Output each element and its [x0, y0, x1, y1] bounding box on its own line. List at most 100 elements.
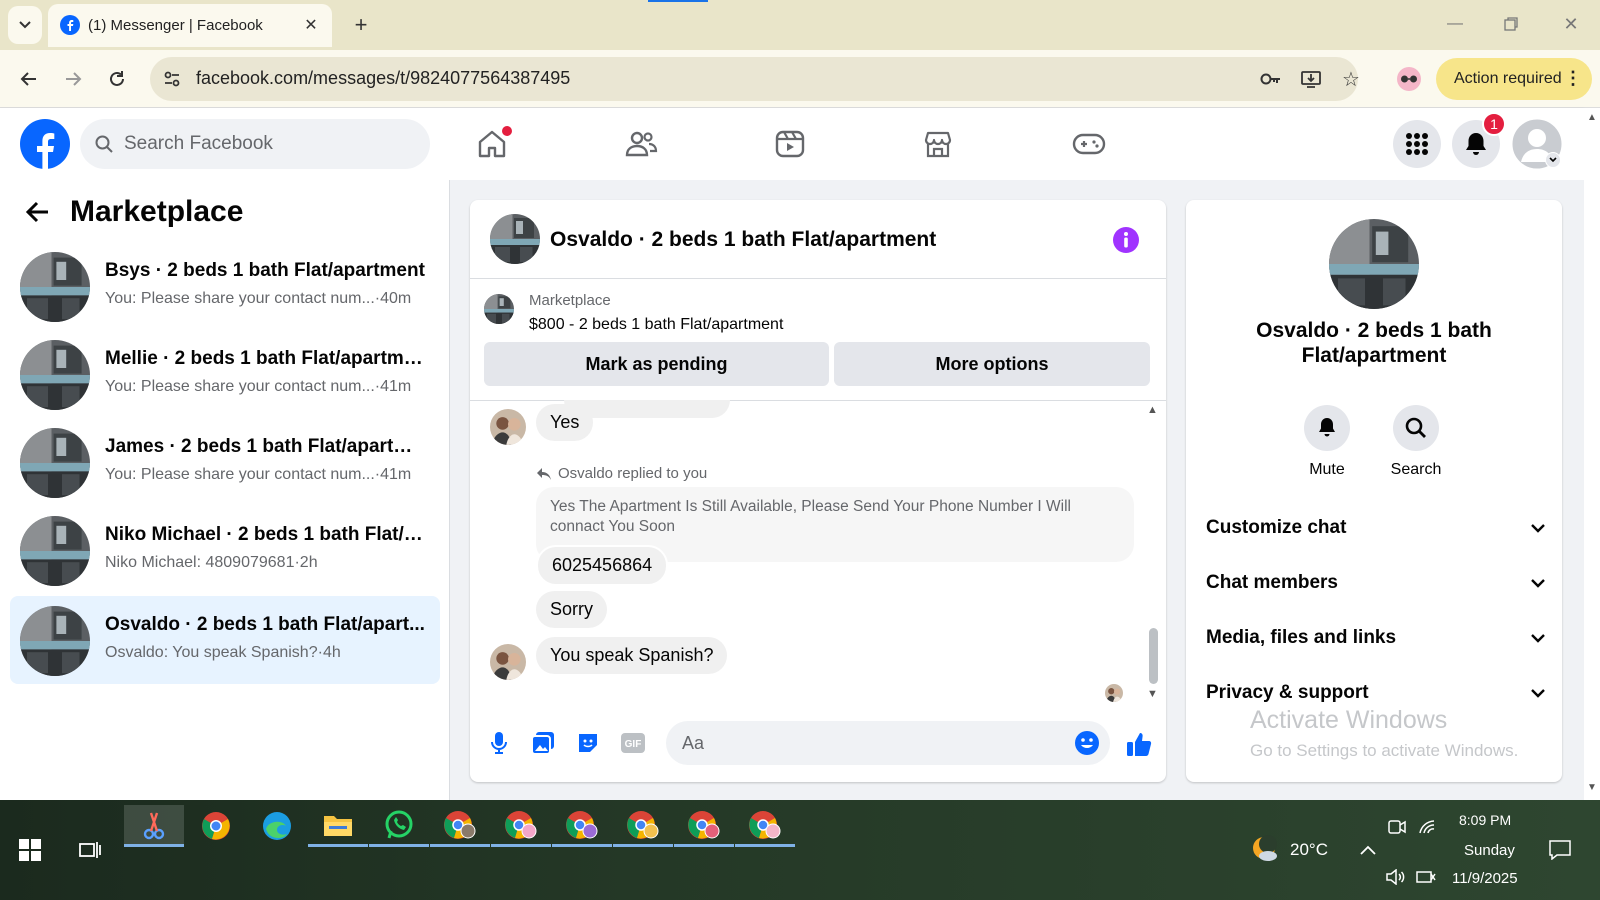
chat-scroll-up-icon[interactable]: ▲: [1147, 404, 1158, 416]
task-view-button[interactable]: [70, 830, 110, 870]
profile-name[interactable]: Osvaldo · 2 beds 1 bath Flat/apartment: [1216, 318, 1532, 368]
new-tab-icon[interactable]: +: [348, 12, 374, 38]
meet-now-icon[interactable]: [1386, 816, 1408, 838]
taskbar-app-edge[interactable]: [247, 805, 307, 847]
more-vert-icon: ⋮: [1564, 68, 1582, 88]
nav-gaming[interactable]: [1059, 120, 1119, 168]
emoji-button[interactable]: [1074, 730, 1100, 756]
tab-search-button[interactable]: [8, 6, 42, 44]
close-window-icon[interactable]: ✕: [1556, 12, 1586, 36]
message-bubble[interactable]: 6025456864: [536, 545, 669, 586]
start-button[interactable]: [10, 830, 50, 870]
search-in-conversation-button[interactable]: Search: [1384, 405, 1448, 479]
nav-marketplace[interactable]: [908, 120, 968, 168]
restore-icon[interactable]: [1496, 12, 1526, 36]
reload-icon[interactable]: [102, 64, 132, 94]
back-to-messages-button[interactable]: [24, 198, 54, 228]
sender-avatar[interactable]: [490, 644, 526, 680]
taskbar-app-chrome-profile-5[interactable]: [674, 805, 734, 847]
clock-time[interactable]: 8:09 PM: [1459, 812, 1511, 828]
show-hidden-icons-icon[interactable]: [1356, 838, 1380, 862]
conversation-item[interactable]: Bsys · 2 beds 1 bath Flat/apartment You: …: [10, 242, 440, 330]
conversation-item[interactable]: Niko Michael · 2 beds 1 bath Flat/a... Ni…: [10, 506, 440, 594]
message-bubble[interactable]: Sorry: [536, 591, 608, 628]
taskbar-app-chrome[interactable]: [186, 805, 246, 847]
account-button[interactable]: [1511, 118, 1563, 170]
profile-photo[interactable]: [1329, 219, 1419, 309]
profile-glasses-icon[interactable]: [1394, 64, 1424, 94]
chrome-icon: [202, 812, 230, 840]
chat-title[interactable]: Osvaldo · 2 beds 1 bath Flat/apartment: [550, 228, 936, 252]
browser-tab[interactable]: (1) Messenger | Facebook ✕: [48, 4, 332, 47]
minimize-icon[interactable]: —: [1440, 12, 1470, 36]
facebook-search[interactable]: Search Facebook: [80, 119, 430, 169]
chat-scroll-down-icon[interactable]: ▼: [1147, 688, 1158, 700]
attach-photo-button[interactable]: [530, 730, 556, 756]
page-scrollbar[interactable]: ▲ ▼: [1584, 108, 1600, 800]
taskbar-app-snipping[interactable]: [124, 805, 184, 847]
mute-button[interactable]: Mute: [1300, 405, 1354, 479]
clock-day[interactable]: Sunday: [1464, 842, 1515, 859]
conversation-title: Bsys · 2 beds 1 bath Flat/apartment: [105, 260, 425, 281]
chevron-down-icon: [1531, 579, 1545, 588]
mark-as-pending-button[interactable]: Mark as pending: [484, 342, 829, 386]
forward-icon[interactable]: [58, 64, 88, 94]
notifications-button[interactable]: 1: [1452, 112, 1506, 168]
conversation-item[interactable]: James · 2 beds 1 bath Flat/apartme... You…: [10, 418, 440, 506]
edge-icon: [263, 812, 291, 840]
apartment-photo-icon: [484, 294, 514, 324]
chat-avatar[interactable]: [490, 214, 540, 264]
volume-icon[interactable]: [1384, 866, 1408, 888]
scroll-up-icon[interactable]: ▲: [1587, 112, 1597, 123]
nav-friends[interactable]: [611, 120, 671, 168]
details-section-3[interactable]: Media, files and links: [1206, 618, 1546, 658]
scroll-down-icon[interactable]: ▼: [1587, 782, 1597, 793]
menu-button[interactable]: [1393, 120, 1441, 168]
panel-title: Marketplace: [70, 195, 244, 228]
like-button[interactable]: [1124, 729, 1154, 759]
taskbar-app-chrome-profile-6[interactable]: [735, 805, 795, 847]
close-tab-icon[interactable]: ✕: [300, 14, 322, 36]
conversation-info-button[interactable]: [1112, 226, 1140, 254]
nav-video[interactable]: [760, 120, 820, 168]
chat-scrollbar-thumb[interactable]: [1149, 628, 1158, 684]
site-info-icon[interactable]: [158, 65, 186, 93]
install-app-icon[interactable]: [1298, 67, 1324, 91]
conversation-thumbnail: [20, 252, 90, 322]
message-bubble[interactable]: Yes: [536, 404, 594, 441]
taskbar-app-chrome-profile-2[interactable]: [491, 805, 551, 847]
conversation-item[interactable]: Osvaldo · 2 beds 1 bath Flat/apart... Osv…: [10, 596, 440, 684]
taskbar-app-chrome-profile-1[interactable]: [430, 805, 490, 847]
weather-widget[interactable]: [1248, 832, 1282, 866]
gif-icon: GIF: [621, 733, 645, 753]
action-required-button[interactable]: Action required ⋮: [1436, 58, 1592, 100]
taskbar-app-chrome-profile-3[interactable]: [552, 805, 612, 847]
network-icon[interactable]: [1414, 866, 1438, 888]
nav-home[interactable]: [462, 120, 522, 168]
message-input[interactable]: Aa: [666, 721, 1110, 765]
sender-avatar[interactable]: [490, 409, 526, 445]
address-bar[interactable]: facebook.com/messages/t/9824077564387495…: [150, 57, 1360, 101]
conversation-item[interactable]: Mellie · 2 beds 1 bath Flat/apartme... Yo…: [10, 330, 440, 418]
bookmark-star-icon[interactable]: ☆: [1338, 67, 1364, 91]
message-bubble[interactable]: You speak Spanish?: [536, 637, 728, 674]
chrome-profile-icon: [444, 810, 476, 839]
clock-date[interactable]: 11/9/2025: [1452, 870, 1518, 887]
key-icon[interactable]: [1258, 67, 1284, 91]
facebook-logo[interactable]: [20, 119, 70, 169]
more-options-button[interactable]: More options: [834, 342, 1150, 386]
svg-text:GIF: GIF: [625, 739, 642, 750]
details-section-2[interactable]: Chat members: [1206, 563, 1546, 603]
taskbar-app-chrome-profile-4[interactable]: [613, 805, 673, 847]
back-icon[interactable]: [14, 64, 44, 94]
gif-button[interactable]: GIF: [620, 730, 646, 756]
taskbar-app-whatsapp[interactable]: [369, 805, 429, 847]
taskbar-app-file-explorer[interactable]: [308, 805, 368, 847]
sticker-button[interactable]: [575, 730, 601, 756]
voice-clip-button[interactable]: [486, 730, 512, 756]
notification-center-icon[interactable]: [1546, 836, 1574, 864]
details-section-1[interactable]: Customize chat: [1206, 508, 1546, 548]
listing-title[interactable]: $800 - 2 beds 1 bath Flat/apartment: [529, 316, 783, 334]
weather-temperature[interactable]: 20°C: [1290, 840, 1328, 860]
wifi-icon[interactable]: [1416, 816, 1438, 838]
